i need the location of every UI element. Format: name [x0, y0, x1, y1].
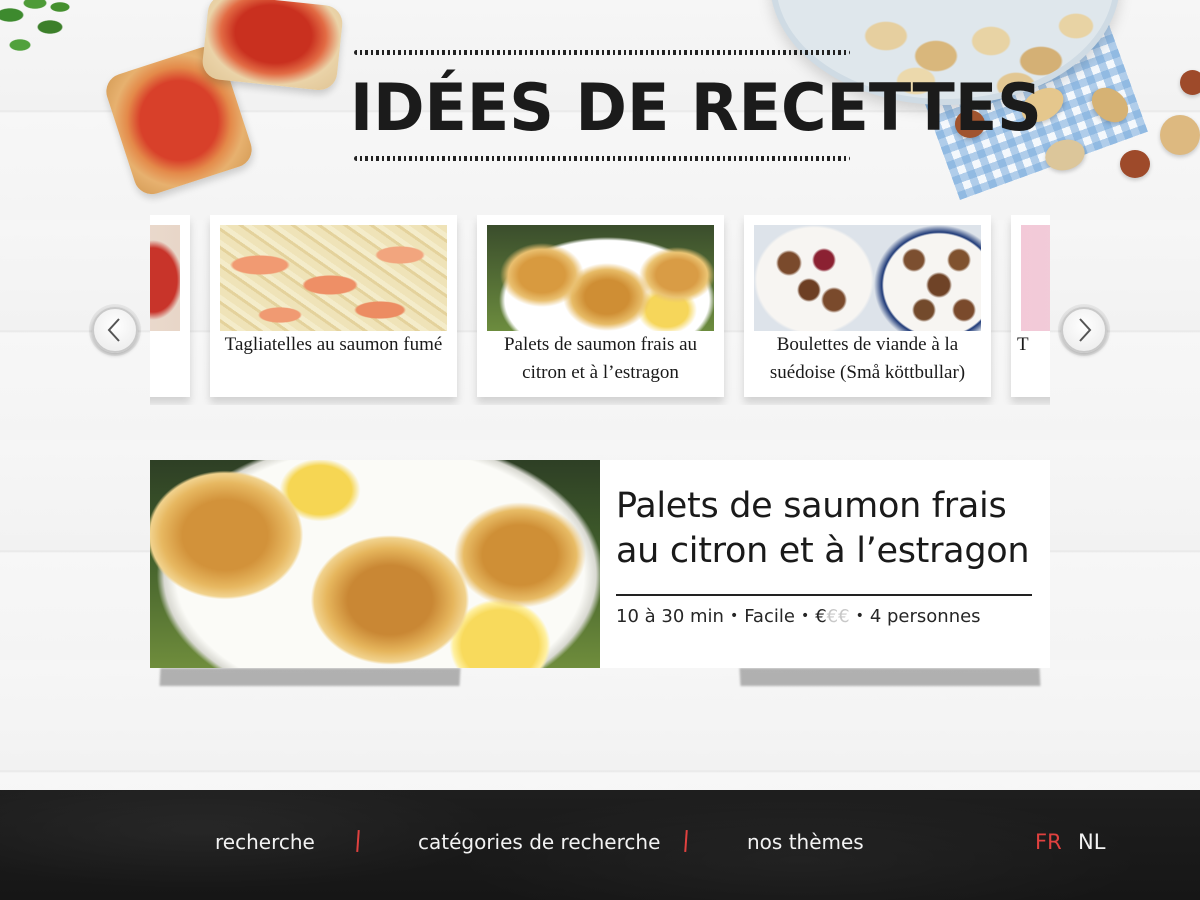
carousel-next-button[interactable]: [1061, 307, 1107, 353]
page-title: IDÉES DE RECETTES: [350, 69, 1042, 146]
recipe-price-active: €: [815, 606, 827, 627]
recipe-card-photo: [487, 225, 714, 331]
recipe-card-photo: [754, 225, 981, 331]
recipe-card-photo: [150, 225, 180, 331]
recipe-card[interactable]: Boulettes de viande à la suédoise (Små k…: [744, 215, 991, 397]
recipe-carousel: Tagliatelles au saumon fumé Palets de sa…: [150, 215, 1050, 405]
chevron-left-icon: [107, 318, 120, 342]
meta-separator: •: [729, 608, 739, 624]
language-fr[interactable]: FR: [1035, 830, 1062, 854]
recipe-card[interactable]: Tagliatelles au saumon fumé: [210, 215, 457, 397]
recipe-card[interactable]: [150, 215, 190, 397]
title-border-top: [354, 50, 850, 55]
page-header: IDÉES DE RECETTES: [350, 46, 1042, 168]
footer-separator: [684, 829, 688, 853]
nut-decoration: [1180, 70, 1200, 95]
meta-separator: •: [800, 608, 810, 624]
footer-link-themes[interactable]: nos thèmes: [747, 830, 864, 854]
carousel-prev-button[interactable]: [92, 307, 138, 353]
title-border-bottom: [354, 156, 850, 161]
recipe-difficulty: Facile: [744, 606, 795, 627]
featured-recipe-photo: [150, 460, 600, 668]
nut-decoration: [1120, 150, 1150, 178]
footer-link-categories[interactable]: catégories de recherche: [418, 830, 660, 854]
meta-separator: •: [855, 608, 864, 624]
featured-recipe[interactable]: Palets de saumon frais au citron et à l’…: [150, 460, 1050, 668]
recipe-card-title: T: [1017, 334, 1029, 355]
chevron-right-icon: [1079, 318, 1092, 342]
featured-shadow: [739, 668, 1041, 686]
recipe-time: 10 à 30 min: [616, 606, 724, 627]
recipe-card-photo: [220, 225, 447, 331]
footer-nav: recherche catégories de recherche nos th…: [0, 790, 1200, 900]
recipe-card-title: Tagliatelles au saumon fumé: [224, 334, 443, 355]
footer-separator: [356, 829, 360, 853]
recipe-servings: 4 personnes: [869, 606, 981, 627]
recipe-price-inactive: €€: [826, 606, 850, 627]
featured-divider: [616, 594, 1032, 596]
featured-shadow: [159, 668, 461, 686]
tomato-toast-decoration: [200, 0, 345, 92]
recipe-card-title: Boulettes de viande à la suédoise (Små k…: [769, 334, 966, 383]
featured-recipe-title: Palets de saumon frais au citron et à l’…: [616, 486, 1030, 571]
recipe-card-photo: [1021, 225, 1050, 331]
featured-recipe-info: Palets de saumon frais au citron et à l’…: [600, 460, 1050, 668]
recipe-card[interactable]: Palets de saumon frais au citron et à l’…: [477, 215, 724, 397]
featured-recipe-meta: 10 à 30 min • Facile • €€€ • 4 personnes: [616, 606, 1036, 627]
recipe-card-title: Palets de saumon frais au citron et à l’…: [503, 334, 698, 383]
footer-link-recherche[interactable]: recherche: [215, 830, 315, 854]
nut-decoration: [1160, 115, 1200, 155]
recipe-card[interactable]: T: [1011, 215, 1050, 397]
language-nl[interactable]: NL: [1078, 830, 1105, 854]
herb-decoration: [0, 0, 85, 75]
